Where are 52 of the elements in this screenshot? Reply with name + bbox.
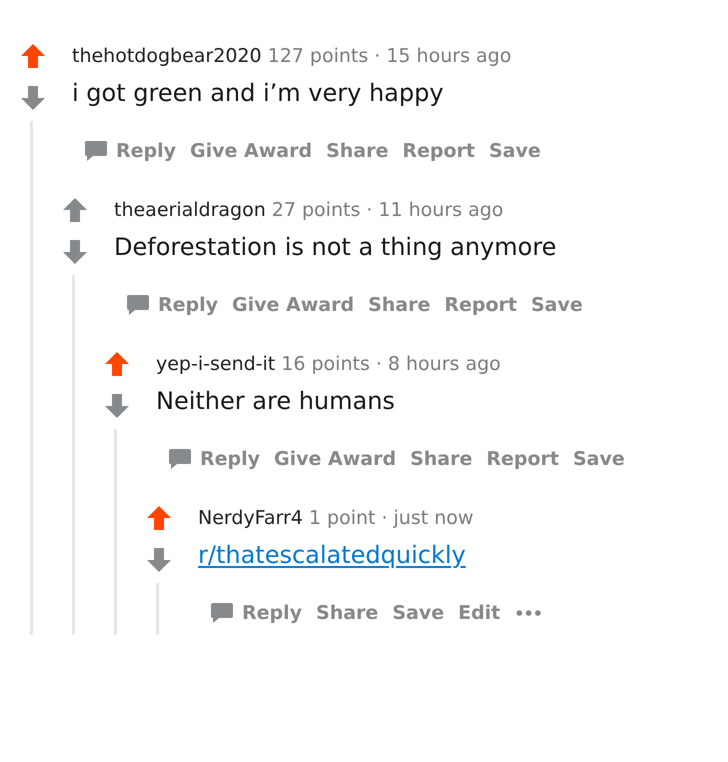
action-button[interactable]: Save (386, 596, 450, 630)
username[interactable]: NerdyFarr4 (198, 507, 303, 529)
speech-bubble-icon (168, 448, 192, 470)
upvote-icon[interactable] (20, 43, 46, 69)
username[interactable]: theaerialdragon (114, 199, 266, 221)
separator-dot: · (366, 199, 372, 221)
reply-button[interactable]: Reply (120, 288, 224, 322)
points-count: 1 point (308, 507, 376, 529)
action-button[interactable]: Save (482, 134, 547, 168)
action-button[interactable]: Share (362, 288, 436, 322)
reply-button[interactable]: Reply (162, 442, 266, 476)
points-count: 16 points (281, 353, 370, 375)
action-button[interactable]: Share (310, 596, 384, 630)
comment-text: i got green and i’m very happy (72, 78, 445, 109)
speech-bubble-icon (126, 294, 150, 316)
reply-button[interactable]: Reply (78, 134, 182, 168)
speech-bubble-icon (210, 602, 234, 624)
timestamp: just now (394, 507, 474, 529)
action-button[interactable]: Share (404, 442, 478, 476)
separator-dot: · (374, 45, 380, 67)
timestamp: 11 hours ago (378, 199, 504, 221)
subreddit-link[interactable]: r/thatescalatedquickly (198, 533, 466, 577)
downvote-icon[interactable] (104, 393, 130, 419)
downvote-icon[interactable] (146, 547, 172, 573)
separator-dot: · (381, 507, 388, 529)
action-button[interactable]: Report (396, 134, 481, 168)
action-button[interactable]: Report (480, 442, 565, 476)
action-button[interactable]: Share (320, 134, 394, 168)
downvote-icon[interactable] (20, 85, 46, 111)
speech-bubble-icon (84, 140, 108, 162)
action-button[interactable]: Give Award (226, 288, 360, 322)
action-button[interactable]: Save (566, 442, 631, 476)
reply-button[interactable]: Reply (204, 596, 308, 630)
comment-text: Deforestation is not a thing anymore (114, 232, 558, 263)
upvote-icon[interactable] (62, 197, 88, 223)
action-button[interactable]: Report (438, 288, 523, 322)
action-button[interactable]: Give Award (268, 442, 402, 476)
separator-dot: · (376, 353, 382, 375)
comment-text: Neither are humans (156, 386, 396, 417)
action-button[interactable]: Save (524, 288, 589, 322)
timestamp: 8 hours ago (388, 353, 501, 375)
timestamp: 15 hours ago (386, 45, 512, 67)
username[interactable]: thehotdogbear2020 (72, 45, 262, 67)
downvote-icon[interactable] (62, 239, 88, 265)
points-count: 27 points (272, 199, 360, 221)
points-count: 127 points (268, 45, 368, 67)
username[interactable]: yep-i-send-it (156, 353, 276, 375)
upvote-icon[interactable] (104, 351, 130, 377)
more-button[interactable]: ••• (508, 598, 548, 628)
upvote-icon[interactable] (146, 505, 172, 531)
action-button[interactable]: Give Award (184, 134, 318, 168)
action-button[interactable]: Edit (452, 596, 506, 630)
